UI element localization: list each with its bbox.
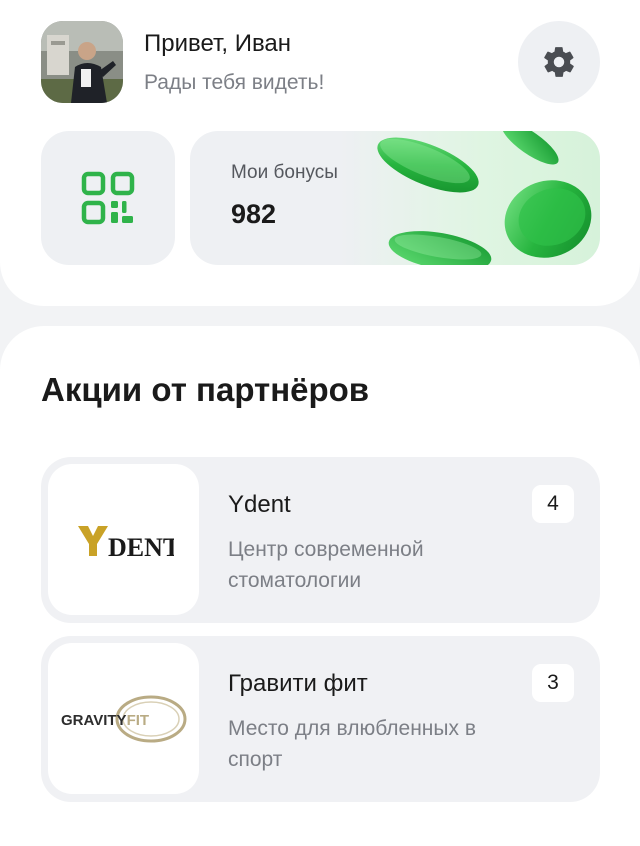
partner-logo: DENT [48,464,199,615]
qr-code-icon [81,171,135,225]
ydent-logo: DENT [77,525,174,560]
partner-name: Гравити фит [228,670,368,697]
greeting-title: Привет, Иван [144,30,292,57]
promo-count-badge: 3 [532,664,574,702]
greeting-subtitle: Рады тебя видеть! [144,71,325,94]
partners-section: Акции от партнёров DENT Ydent Центр совр… [0,326,640,846]
bonus-label: Мои бонусы [231,162,338,183]
partner-card-ydent[interactable]: DENT Ydent Центр современной стоматологи… [41,457,600,623]
partner-card-gravityfit[interactable]: GRAVITYFIT Гравити фит Место для влюблен… [41,636,600,802]
partner-name: Ydent [228,491,291,518]
bonus-value: 982 [231,199,277,229]
gravityfit-logo: GRAVITYFIT [61,695,186,742]
green-coins-illustration [377,131,592,265]
partner-logo: GRAVITYFIT [48,643,199,794]
avatar-photo [41,21,123,103]
profile-header-card: Привет, Иван Рады тебя видеть! Мои бонус… [0,0,640,306]
settings-button[interactable] [518,21,600,103]
section-title: Акции от партнёров [41,371,370,408]
partner-description: Центр современной стоматологии [228,538,424,592]
bonus-card[interactable]: Мои бонусы 982 [190,131,600,265]
promo-count-badge: 4 [532,485,574,523]
gear-icon [544,47,574,77]
partner-description: Место для влюбленных в спорт [228,717,476,771]
avatar[interactable] [41,21,123,103]
gravityfit-logo-text: GRAVITYFIT [61,712,149,729]
ydent-logo-text: DENT [108,533,174,560]
qr-code-button[interactable] [41,131,175,265]
